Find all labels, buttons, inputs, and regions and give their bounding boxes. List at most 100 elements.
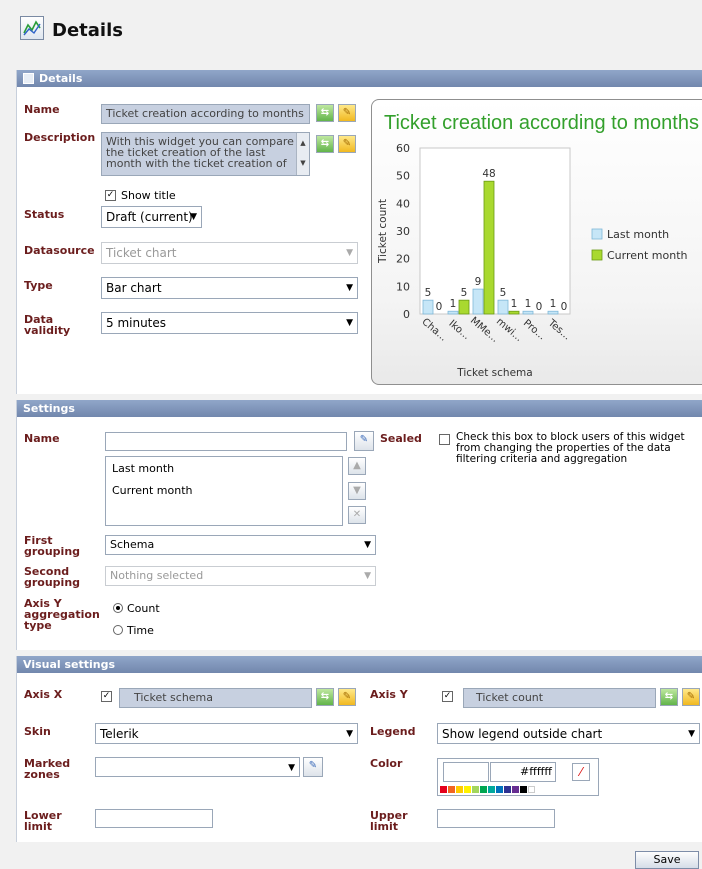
- legend-select[interactable]: Show legend outside chart ▼: [437, 723, 700, 744]
- chart-title: Ticket creation according to months: [384, 112, 699, 134]
- lower-limit-input[interactable]: [95, 809, 213, 828]
- chevron-down-icon: ▼: [364, 540, 371, 550]
- marked-zones-select[interactable]: ▼: [95, 757, 300, 777]
- x-tick-label: MMe...: [468, 315, 500, 345]
- palette-swatch[interactable]: [456, 786, 463, 793]
- y-axis-label: Ticket count: [377, 199, 389, 264]
- axis-y-label: Axis Y: [370, 688, 408, 701]
- sealed-checkbox[interactable]: [439, 434, 450, 445]
- translate-axis-x-button[interactable]: ⇆: [316, 688, 334, 706]
- second-grouping-select[interactable]: Nothing selected ▼: [105, 566, 376, 586]
- x-tick-label: mwi...: [494, 316, 524, 344]
- first-grouping-select[interactable]: Schema ▼: [105, 535, 376, 555]
- edit-series-name-button[interactable]: ✎: [354, 431, 374, 451]
- palette-swatch[interactable]: [528, 786, 535, 793]
- legend-swatch: [591, 249, 603, 261]
- palette-swatch[interactable]: [488, 786, 495, 793]
- axis-x-checkbox[interactable]: ✓: [101, 691, 112, 702]
- series-list-item[interactable]: Current month: [112, 485, 193, 497]
- palette-swatch[interactable]: [472, 786, 479, 793]
- type-select[interactable]: Bar chart ▼: [101, 277, 358, 299]
- chevron-down-icon: ▼: [346, 283, 353, 293]
- edit-description-macro-button[interactable]: ✎: [338, 135, 356, 153]
- name-field[interactable]: Ticket creation according to months: [101, 104, 310, 124]
- axis-x-field[interactable]: Ticket schema: [119, 688, 312, 708]
- axis-y-checkbox[interactable]: ✓: [442, 691, 453, 702]
- edit-axis-y-macro-button[interactable]: ✎: [682, 688, 700, 706]
- skin-label: Skin: [24, 725, 51, 738]
- edit-icon: ✎: [359, 434, 369, 445]
- move-up-button[interactable]: ▲: [348, 457, 366, 475]
- x-tick-label: Pro...: [521, 318, 547, 343]
- palette-swatch[interactable]: [480, 786, 487, 793]
- color-hex-input[interactable]: #ffffff: [490, 762, 556, 782]
- palette-swatch[interactable]: [464, 786, 471, 793]
- translate-description-button[interactable]: ⇆: [316, 135, 334, 153]
- palette-swatch[interactable]: [448, 786, 455, 793]
- aggregation-count-label: Count: [127, 602, 160, 615]
- series-list[interactable]: Last month Current month: [105, 456, 343, 526]
- chart-icon: [23, 73, 34, 84]
- series-list-item[interactable]: Last month: [112, 463, 174, 475]
- chevron-down-icon: ▼: [688, 729, 695, 739]
- description-scrollbar[interactable]: ▲ ▼: [296, 133, 309, 175]
- legend-label: Last month: [607, 228, 669, 241]
- x-tick-label: Tes...: [545, 317, 572, 342]
- translate-name-button[interactable]: ⇆: [316, 104, 334, 122]
- data-label: 5: [425, 287, 432, 299]
- lower-limit-label: Lower limit: [24, 809, 62, 833]
- clear-color-button[interactable]: ⁄: [572, 763, 590, 781]
- series-name-input[interactable]: [105, 432, 347, 451]
- edit-icon: ✎: [308, 760, 318, 771]
- data-validity-label: Data validity: [24, 313, 71, 337]
- close-icon: ✕: [352, 509, 362, 520]
- color-label: Color: [370, 757, 403, 770]
- show-title-checkbox[interactable]: ✓: [105, 190, 116, 201]
- show-title-label: Show title: [121, 189, 176, 202]
- data-label: 0: [561, 301, 568, 313]
- palette-swatch[interactable]: [496, 786, 503, 793]
- status-select[interactable]: Draft (current) ▼: [101, 206, 202, 228]
- skin-select[interactable]: Telerik ▼: [95, 723, 358, 744]
- visual-header-label: Visual settings: [23, 658, 116, 671]
- color-picker[interactable]: #ffffff ⁄: [437, 758, 599, 796]
- x-tick-label: Iko...: [446, 318, 471, 342]
- upper-limit-input[interactable]: [437, 809, 555, 828]
- data-label: 5: [461, 287, 468, 299]
- palette-swatch[interactable]: [512, 786, 519, 793]
- settings-panel-header: Settings: [17, 400, 702, 417]
- y-tick-label: 40: [396, 197, 410, 210]
- data-label: 5: [500, 287, 507, 299]
- aggregation-time-label: Time: [127, 624, 154, 637]
- bar: [547, 310, 559, 315]
- axis-y-aggregation-label: Axis Yaggregation type: [24, 597, 100, 632]
- data-validity-value: 5 minutes: [106, 316, 167, 330]
- move-down-button[interactable]: ▼: [348, 482, 366, 500]
- aggregation-time-radio[interactable]: [113, 625, 123, 635]
- type-value: Bar chart: [106, 281, 162, 295]
- palette-swatch[interactable]: [520, 786, 527, 793]
- datasource-select[interactable]: Ticket chart ▼: [101, 242, 358, 264]
- status-value: Draft (current): [106, 210, 193, 224]
- legend-label: Current month: [607, 249, 688, 262]
- edit-axis-x-macro-button[interactable]: ✎: [338, 688, 356, 706]
- edit-name-macro-button[interactable]: ✎: [338, 104, 356, 122]
- aggregation-count-radio[interactable]: [113, 603, 123, 613]
- data-validity-select[interactable]: 5 minutes ▼: [101, 312, 358, 334]
- save-button[interactable]: Save: [635, 851, 699, 869]
- delete-series-button[interactable]: ✕: [348, 506, 366, 524]
- second-grouping-label: Second grouping: [24, 565, 81, 589]
- axis-y-field[interactable]: Ticket count: [463, 688, 656, 708]
- chevron-down-icon: ▼: [346, 248, 353, 258]
- palette-swatch[interactable]: [504, 786, 511, 793]
- bar: [522, 310, 534, 315]
- chevron-down-icon: ▼: [364, 571, 371, 581]
- y-tick-label: 50: [396, 170, 410, 183]
- edit-marked-zones-button[interactable]: ✎: [303, 757, 323, 777]
- description-textarea[interactable]: With this widget you can compare the tic…: [101, 132, 310, 176]
- description-label: Description: [24, 131, 96, 144]
- upper-limit-label: Upper limit: [370, 809, 408, 833]
- name-label: Name: [24, 103, 60, 116]
- palette-swatch[interactable]: [440, 786, 447, 793]
- translate-axis-y-button[interactable]: ⇆: [660, 688, 678, 706]
